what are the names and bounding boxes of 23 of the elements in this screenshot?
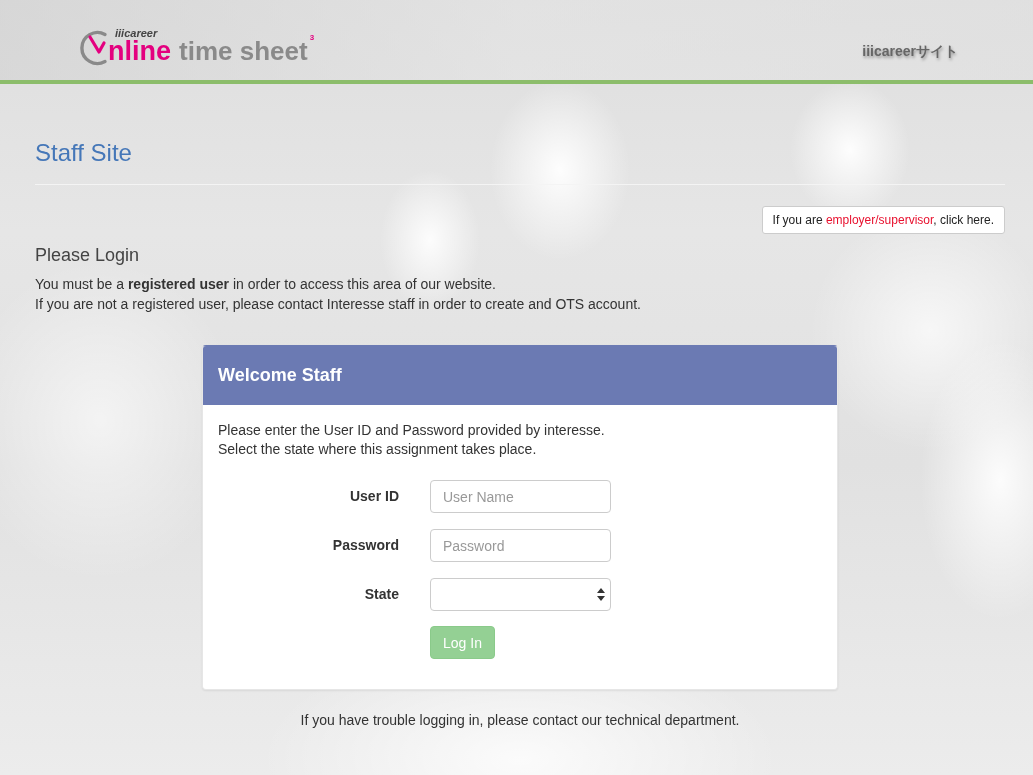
- logo-wordmark: time sheet: [179, 39, 308, 63]
- dropdown-field[interactable]: [430, 578, 611, 611]
- instruction-text: Select the state where this assignment takes place.: [218, 440, 538, 459]
- instruction-text: Please enter the User ID and Password provided by interesse.: [218, 421, 606, 440]
- updown-arrows-icon: [597, 588, 605, 601]
- info-text: You must be a registered user in order to access this area of our website.: [35, 275, 497, 294]
- field-label: Password: [332, 537, 399, 554]
- login-heading: Please Login: [35, 244, 140, 266]
- field-label: State: [364, 586, 399, 603]
- help-text: If you have trouble logging in, please contact our technical department.: [299, 711, 741, 730]
- site-link[interactable]: iiicareerサイト: [862, 43, 958, 60]
- employer-link[interactable]: employer/supervisor: [825, 213, 934, 227]
- panel-title: Welcome Staff: [218, 365, 342, 386]
- password-field[interactable]: Password: [430, 529, 611, 562]
- text-input-field[interactable]: User Name: [430, 480, 611, 513]
- employer-notice: If you are employer/supervisor, click here.: [761, 206, 1005, 234]
- logo-mark-icon: [80, 28, 108, 68]
- logo-wordmark: nline: [108, 39, 171, 63]
- logo-superscript: 3: [309, 33, 315, 42]
- field-label: User ID: [349, 488, 399, 505]
- logo-tagline: iiicareer: [115, 28, 159, 39]
- page-title: Staff Site: [35, 139, 132, 167]
- info-text: If you are not a registered user, please contact Interesse staff in order to create and OTS account.: [35, 295, 642, 314]
